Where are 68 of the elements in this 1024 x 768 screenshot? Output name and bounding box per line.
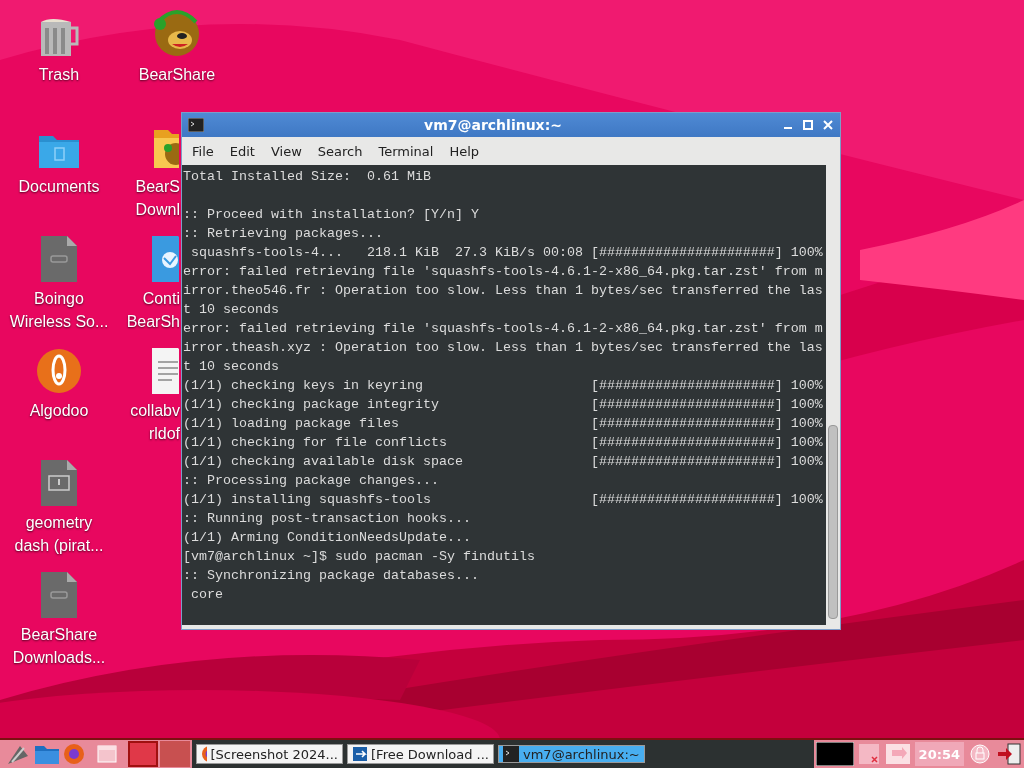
terminal-line: irror.theash.xyz : Operation too slow. Less than 1 bytes/sec transferred the las [183,339,823,357]
icon-label: Boingo [34,289,84,309]
icon-label: Trash [38,65,80,85]
window-icon[interactable] [94,742,120,766]
menu-item[interactable]: View [262,143,310,159]
text-file-icon[interactable] [152,348,179,394]
window-title: vm7@archlinux:~ [423,117,563,133]
terminal-line: squashfs-tools-4... 218.1 KiB 27.3 KiB/s 00:08 [######################] 100% [190,244,823,262]
maximize-icon[interactable] [802,119,814,131]
icon-label: BearS [135,177,180,197]
terminal-line: :: Retrieving packages... [183,225,383,243]
lock-icon[interactable] [967,742,993,766]
menu-item[interactable]: Help [441,143,488,159]
terminal-line: irror.theo546.fr : Operation too slow. Less than 1 bytes/sec transferred the las [183,282,823,300]
terminal-line: (1/1) checking package integrity [######################] 100% [183,396,823,414]
terminal-line: :: Running post-transaction hooks... [183,510,471,528]
terminal-line: t 10 seconds [183,358,279,376]
terminal-icon [503,746,519,762]
logout-icon[interactable] [996,742,1022,766]
terminal-line: :: Processing package changes... [183,472,439,490]
file-icon[interactable] [41,460,77,506]
close-icon[interactable] [822,119,834,131]
browser-icon[interactable] [62,742,86,766]
task-button[interactable]: [Screenshot 2024... [196,744,343,764]
terminal-line: :: Synchronizing package databases... [183,567,479,585]
icon-label: Downloads... [12,648,106,668]
terminal-line: (1/1) Arming ConditionNeedsUpdate... [183,529,471,547]
menu-item[interactable]: Edit [221,143,263,159]
terminal-line: [vm7@archlinux ~]$ sudo pacman -Sy findutils [183,548,535,566]
icon-label: Algodoo [29,401,89,421]
network-disconnected-icon[interactable] [856,742,881,766]
file-icon[interactable] [41,236,77,282]
terminal-line: Total Installed Size: 0.61 MiB [183,168,431,186]
icon-label: Documents [18,177,100,197]
terminal-line: :: Proceed with installation? [Y/n] Y [183,206,479,224]
icon-label: dash (pirat... [14,536,104,556]
window-icon [352,745,368,763]
terminal-line: t 10 seconds [183,301,279,319]
icon-label: rldof [148,424,180,444]
terminal-line: core [190,586,223,604]
terminal-line: error: failed retrieving file 'squashfs-tools-4.6.1-2-x86_64.pkg.tar.zst' from m [183,320,823,338]
task-button[interactable]: vm7@archlinux:~ [498,745,645,763]
menu-item[interactable]: Terminal [370,143,442,159]
terminal-line: (1/1) installing squashfs-tools [######################] 100% [183,491,823,509]
icon-label: Downl [135,200,180,220]
icon-label: geometry [25,513,93,533]
workspace-button[interactable] [128,741,158,767]
terminal-line: error: failed retrieving file 'squashfs-tools-4.6.1-2-x86_64.pkg.tar.zst' from m [183,263,823,281]
bear-icon[interactable] [152,8,202,58]
terminal-icon [188,118,204,132]
display-icon [815,742,854,766]
terminal-line: (1/1) checking keys in keyring [######################] 100% [183,377,823,395]
icon-label: BearShare [138,65,216,85]
icon-label: collabv [130,401,180,421]
terminal-line: (1/1) checking available disk space [######################] 100% [183,453,823,471]
document-icon[interactable] [152,236,179,282]
browser-icon [201,745,207,763]
file-icon[interactable] [41,572,77,618]
terminal-line: (1/1) loading package files [######################] 100% [183,415,823,433]
algodoo-icon[interactable] [36,348,82,394]
icon-label: Wireless So... [9,312,109,332]
menu-item[interactable]: Search [309,143,371,159]
terminal-line: (1/1) checking for file conflicts [######################] 100% [183,434,823,452]
task-button[interactable]: [Free Download ... [347,744,494,764]
menu-item[interactable]: File [184,143,222,159]
icon-label: Conti [142,289,180,309]
icon-label: BearSh [126,312,180,332]
icon-label: BearShare [20,625,98,645]
